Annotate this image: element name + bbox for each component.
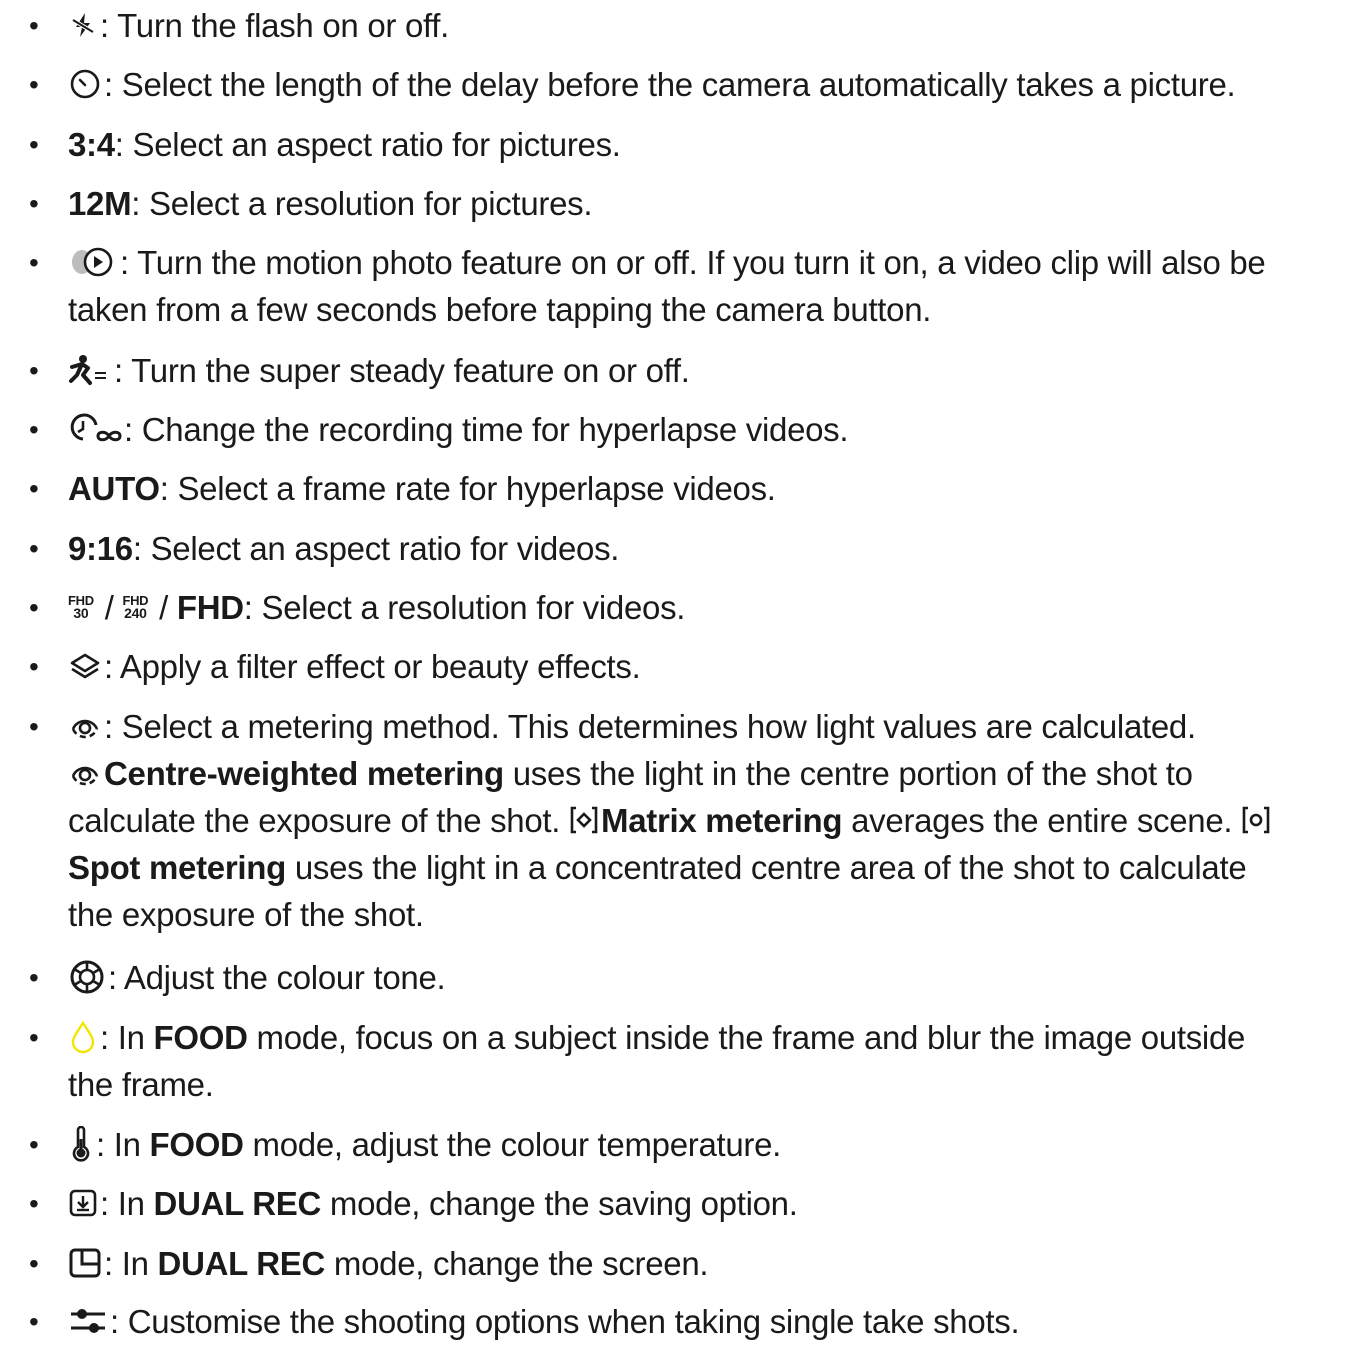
item-text-line3: calculate the exposure of the shot. <box>68 802 570 839</box>
item-text-pre: : In <box>104 1245 158 1282</box>
matrix-metering-label: Matrix metering <box>601 802 843 839</box>
bullet: • <box>29 1129 39 1160</box>
super-steady-icon <box>68 353 112 387</box>
item-text-post: mode, adjust the colour temperature. <box>243 1126 782 1163</box>
mode-label: DUAL REC <box>153 1185 322 1222</box>
metering-icon <box>68 709 102 743</box>
item-text-line5: the exposure of the shot. <box>68 896 424 933</box>
focus-blur-icon <box>68 1020 98 1054</box>
bullet: • <box>29 188 39 219</box>
item-text-pre: : In <box>96 1126 150 1163</box>
fhd-label: FHD <box>176 589 244 626</box>
thermometer-icon <box>68 1126 94 1162</box>
item-text: : Turn the super steady feature on or of… <box>114 352 690 389</box>
bullet: • <box>29 473 39 504</box>
bullet: • <box>29 651 39 682</box>
frame-rate-label: AUTO <box>68 470 160 507</box>
item-text: : Select an aspect ratio for videos. <box>132 530 620 567</box>
bullet: • <box>29 355 39 386</box>
aspect-ratio-label: 9:16 <box>68 530 133 567</box>
item-text: : Adjust the colour tone. <box>108 959 446 996</box>
bullet: • <box>29 592 39 623</box>
centre-weighted-metering-icon <box>68 756 102 790</box>
hyperlapse-time-icon <box>68 412 122 446</box>
mode-label: FOOD <box>149 1126 244 1163</box>
matrix-metering-text: averages the entire scene. <box>842 802 1242 839</box>
fhd-240-icon: FHD 240 <box>122 593 149 622</box>
mode-label: FOOD <box>153 1019 248 1056</box>
save-option-icon <box>68 1188 98 1218</box>
filter-effects-icon <box>68 649 102 683</box>
item-text-post: mode, change the saving option. <box>321 1185 798 1222</box>
bullet: • <box>29 69 39 100</box>
spot-metering-text: uses the light in a concentrated centre … <box>285 849 1247 886</box>
item-text-post: mode, focus on a subject inside the fram… <box>247 1019 1246 1056</box>
spot-metering-label: Spot metering <box>68 849 286 886</box>
bullet: • <box>29 1022 39 1053</box>
bullet: • <box>29 1188 39 1219</box>
item-text: : Select an aspect ratio for pictures. <box>114 126 621 163</box>
item-text-post: mode, change the screen. <box>325 1245 709 1282</box>
item-text-line1: : Turn the motion photo feature on or of… <box>120 244 1266 281</box>
aspect-ratio-label: 3:4 <box>68 126 115 163</box>
spot-metering-icon <box>1241 805 1271 835</box>
bullet: • <box>29 247 39 278</box>
flash-off-icon <box>68 10 98 40</box>
timer-icon <box>68 67 102 101</box>
bullet: • <box>29 962 39 993</box>
colour-tone-icon <box>68 958 106 996</box>
item-text: : Select a resolution for videos. <box>243 589 686 626</box>
item-text-line2: taken from a few seconds before tapping … <box>68 291 932 328</box>
item-text: : Change the recording time for hyperlap… <box>124 411 849 448</box>
centre-weighted-label: Centre-weighted metering <box>104 755 504 792</box>
bullet: • <box>29 711 39 742</box>
sliders-icon <box>68 1304 108 1338</box>
mode-label: DUAL REC <box>157 1245 326 1282</box>
item-text-line2: the frame. <box>68 1066 214 1103</box>
item-text: : Select the length of the delay before … <box>104 66 1236 103</box>
separator: / <box>150 589 177 626</box>
item-text: : Turn the flash on or off. <box>100 7 450 44</box>
bullet: • <box>29 10 39 41</box>
bullet: • <box>29 533 39 564</box>
separator: / <box>95 589 123 626</box>
item-text-pre: : In <box>100 1019 154 1056</box>
centre-weighted-text: uses the light in the centre portion of … <box>503 755 1193 792</box>
item-text: : Select a resolution for pictures. <box>131 185 593 222</box>
item-text-line1: : Select a metering method. This determi… <box>104 708 1196 745</box>
matrix-metering-icon <box>569 805 599 835</box>
motion-photo-icon <box>68 245 118 279</box>
camera-options-document: • : Turn the flash on or off. • : Select… <box>0 0 1364 1342</box>
bullet: • <box>29 129 39 160</box>
fhd-30-icon: FHD 30 <box>68 593 94 622</box>
resolution-label: 12M <box>68 185 132 222</box>
item-text: : Select a frame rate for hyperlapse vid… <box>159 470 776 507</box>
item-text: : Customise the shooting options when ta… <box>110 1303 1020 1340</box>
bullet: • <box>29 1306 39 1337</box>
bullet: • <box>29 414 39 445</box>
bullet: • <box>29 1248 39 1279</box>
item-text-pre: : In <box>100 1185 154 1222</box>
item-text: : Apply a filter effect or beauty effect… <box>104 648 641 685</box>
screen-layout-icon <box>68 1247 102 1279</box>
